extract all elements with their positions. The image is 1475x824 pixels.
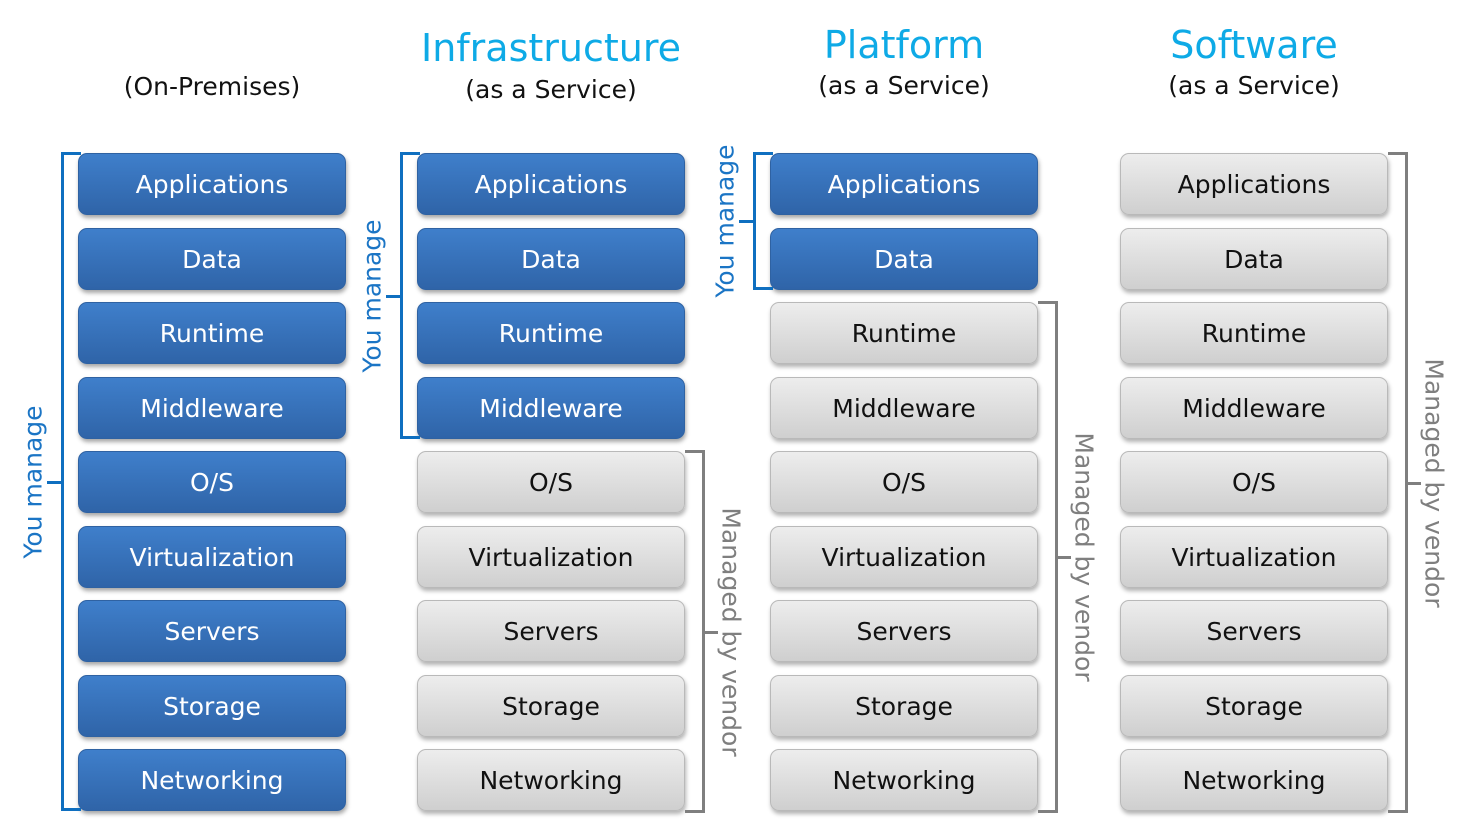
- layer-data: Data: [770, 228, 1038, 290]
- layer-data: Data: [1120, 228, 1388, 290]
- layer-storage: Storage: [1120, 675, 1388, 737]
- managed-by-vendor-label: Managed by vendor: [716, 506, 746, 757]
- you-manage-bracket-tick: [47, 480, 63, 484]
- layer-os: O/S: [1120, 451, 1388, 513]
- you-manage-bracket: [61, 152, 81, 811]
- you-manage-label: You manage: [357, 218, 387, 373]
- layer-runtime: Runtime: [78, 302, 346, 364]
- layer-os: O/S: [417, 451, 685, 513]
- column-subtitle: (as a Service): [818, 71, 990, 100]
- layer-networking: Networking: [417, 749, 685, 811]
- layer-data: Data: [417, 228, 685, 290]
- you-manage-bracket-tick: [386, 294, 402, 298]
- layer-virtualization: Virtualization: [1120, 526, 1388, 588]
- layer-virtualization: Virtualization: [417, 526, 685, 588]
- layer-servers: Servers: [1120, 600, 1388, 662]
- column-title: Software: [1170, 23, 1338, 67]
- layer-applications: Applications: [770, 153, 1038, 215]
- layer-virtualization: Virtualization: [78, 526, 346, 588]
- column-subtitle: (as a Service): [1168, 71, 1340, 100]
- layer-middleware: Middleware: [1120, 377, 1388, 439]
- layer-networking: Networking: [770, 749, 1038, 811]
- layer-middleware: Middleware: [78, 377, 346, 439]
- you-manage-bracket: [400, 152, 420, 439]
- column-title: Infrastructure: [420, 26, 682, 70]
- layer-applications: Applications: [417, 153, 685, 215]
- layer-middleware: Middleware: [770, 377, 1038, 439]
- column-subtitle: (as a Service): [465, 75, 637, 104]
- layer-middleware: Middleware: [417, 377, 685, 439]
- column-title: Platform: [823, 23, 985, 67]
- layer-data: Data: [78, 228, 346, 290]
- layer-runtime: Runtime: [417, 302, 685, 364]
- column-subtitle: (On-Premises): [123, 72, 301, 101]
- you-manage-bracket: [753, 152, 773, 290]
- layer-storage: Storage: [417, 675, 685, 737]
- managed-by-vendor-label: Managed by vendor: [1419, 357, 1449, 608]
- you-manage-bracket-tick: [739, 220, 755, 223]
- layer-applications: Applications: [1120, 153, 1388, 215]
- layer-os: O/S: [78, 451, 346, 513]
- layer-servers: Servers: [770, 600, 1038, 662]
- layer-runtime: Runtime: [770, 302, 1038, 364]
- layer-storage: Storage: [78, 675, 346, 737]
- layer-os: O/S: [770, 451, 1038, 513]
- layer-virtualization: Virtualization: [770, 526, 1038, 588]
- layer-servers: Servers: [78, 600, 346, 662]
- you-manage-label: You manage: [710, 144, 740, 298]
- managed-by-vendor-label: Managed by vendor: [1069, 432, 1099, 682]
- layer-servers: Servers: [417, 600, 685, 662]
- you-manage-label: You manage: [18, 404, 48, 559]
- layer-runtime: Runtime: [1120, 302, 1388, 364]
- layer-networking: Networking: [78, 749, 346, 811]
- layer-networking: Networking: [1120, 749, 1388, 811]
- layer-storage: Storage: [770, 675, 1038, 737]
- layer-applications: Applications: [78, 153, 346, 215]
